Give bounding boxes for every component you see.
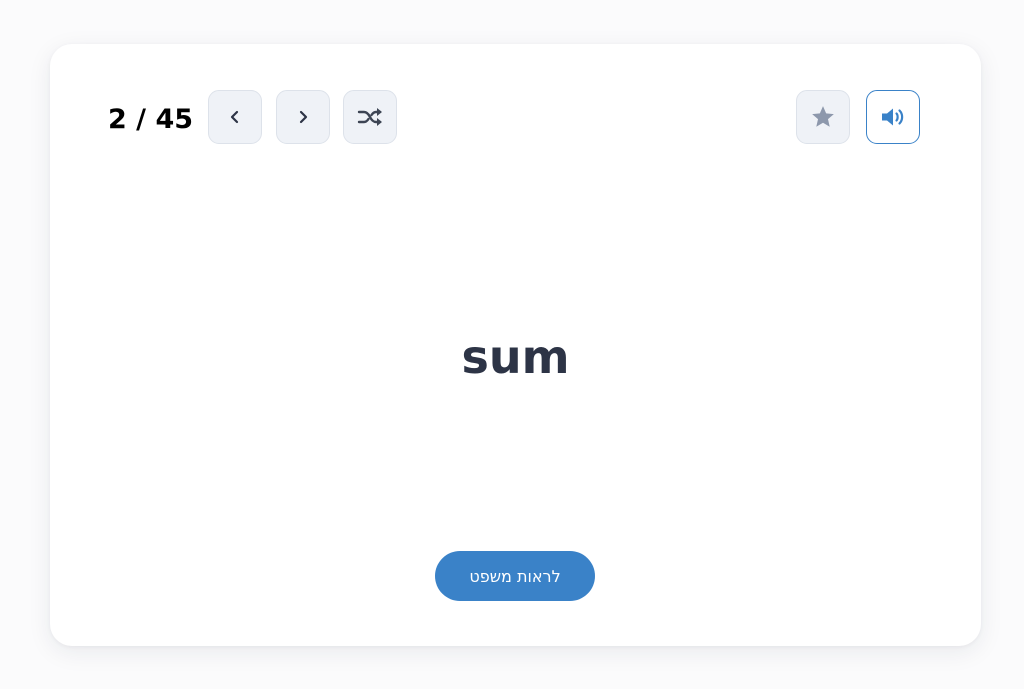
show-sentence-button[interactable]: לראות משפט (435, 551, 595, 601)
card-counter: 2 / 45 (108, 104, 194, 135)
previous-button[interactable] (208, 90, 262, 144)
next-button[interactable] (276, 90, 330, 144)
shuffle-button[interactable] (343, 90, 397, 144)
star-icon (810, 104, 836, 130)
flashcard: 2 / 45 sum לראות משפט (50, 44, 981, 646)
speaker-icon (879, 105, 907, 129)
chevron-left-icon (228, 109, 242, 125)
audio-button[interactable] (866, 90, 920, 144)
flashcard-word: sum (461, 330, 570, 384)
shuffle-icon (357, 105, 383, 129)
show-sentence-label: לראות משפט (469, 566, 561, 586)
page: 2 / 45 sum לראות משפט (0, 0, 1024, 689)
chevron-right-icon (296, 109, 310, 125)
favorite-button[interactable] (796, 90, 850, 144)
